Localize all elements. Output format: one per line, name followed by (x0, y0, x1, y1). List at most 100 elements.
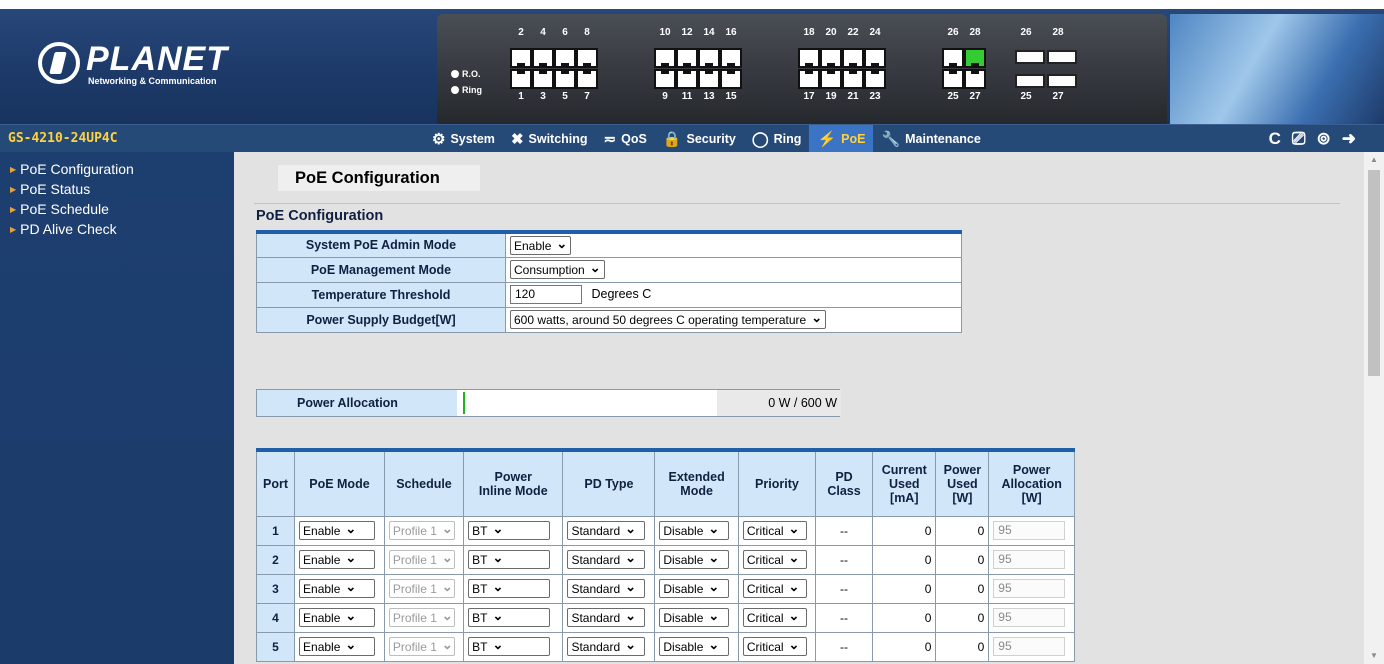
menu-item-qos[interactable]: ≂ QoS (596, 125, 655, 153)
port-number-cell: 5 (255, 631, 296, 662)
rj45-port-top[interactable] (654, 48, 676, 68)
port-number-top: 18 (803, 27, 815, 38)
inline-mode-select[interactable]: BT (468, 579, 551, 598)
mgmt-mode-select[interactable]: Consumption (510, 260, 605, 279)
rj45-port-top[interactable] (842, 48, 864, 68)
current-used-cell: 0 (872, 573, 937, 604)
sidebar-item-poe-schedule[interactable]: ▶ PoE Schedule (0, 199, 234, 219)
rj45-port-bottom[interactable] (942, 69, 964, 89)
column-header: Power Allocation [W] (988, 449, 1075, 517)
rj45-port-top[interactable] (532, 48, 554, 68)
sidebar-item-pd-alive-check[interactable]: ▶ PD Alive Check (0, 219, 234, 239)
poe-mode-select[interactable]: Enable (299, 550, 376, 569)
rj45-port-top[interactable] (798, 48, 820, 68)
extended-mode-select[interactable]: Disable (659, 521, 730, 540)
rj45-port-bottom[interactable] (576, 69, 598, 89)
sidebar-item-poe-status[interactable]: ▶ PoE Status (0, 179, 234, 199)
scroll-thumb[interactable] (1368, 170, 1380, 376)
rj45-port-top[interactable] (676, 48, 698, 68)
save-icon[interactable]: ⎚ (1292, 129, 1306, 149)
extended-mode-select[interactable]: Disable (659, 550, 730, 569)
poe-mode-select[interactable]: Enable (299, 579, 376, 598)
rj45-port-top[interactable] (964, 48, 986, 68)
power-used-cell: 0 (935, 602, 990, 633)
rj45-port-bottom[interactable] (964, 69, 986, 89)
sfp-port-top[interactable] (1015, 50, 1045, 64)
menu-item-maintenance[interactable]: 🔧 Maintenance (873, 125, 988, 153)
poe-mode-select[interactable]: Enable (299, 608, 376, 627)
schedule-select: Profile 1 (388, 579, 455, 598)
rj45-port-bottom[interactable] (510, 69, 532, 89)
rj45-port-bottom[interactable] (676, 69, 698, 89)
menu-item-security[interactable]: 🔒 Security (655, 125, 744, 153)
priority-select[interactable]: Critical (742, 637, 807, 656)
pd-type-select[interactable]: Standard (567, 637, 646, 656)
rj45-port-bottom[interactable] (864, 69, 886, 89)
vertical-scrollbar[interactable]: ▲ ▼ (1364, 152, 1384, 664)
scroll-up-arrow-icon[interactable]: ▲ (1369, 155, 1379, 165)
pd-class-cell: -- (814, 544, 874, 575)
inline-mode-select[interactable]: BT (468, 608, 551, 627)
menu-item-poe[interactable]: ⚡ PoE (809, 125, 874, 153)
pd-type-select[interactable]: Standard (567, 521, 646, 540)
menu-item-ring[interactable]: ◯ Ring (744, 125, 810, 153)
power-allocation-input: 95 (993, 637, 1066, 656)
menu-item-switching[interactable]: ✖ Switching (503, 125, 596, 153)
temperature-input[interactable]: 120 (510, 285, 582, 304)
menu-item-label: Ring (773, 132, 802, 146)
rj45-port-top[interactable] (510, 48, 532, 68)
legend-ro: R.O. (451, 66, 482, 82)
logo-subtitle: Networking & Communication (88, 76, 217, 86)
rj45-port-bottom[interactable] (698, 69, 720, 89)
port-number-bottom: 15 (725, 91, 737, 102)
refresh-icon[interactable]: C (1269, 129, 1281, 149)
power-allocation-meter (463, 392, 717, 414)
reboot-icon[interactable]: ⊚ (1317, 129, 1331, 149)
rj45-port-bottom[interactable] (554, 69, 576, 89)
extended-mode-select[interactable]: Disable (659, 608, 730, 627)
inline-mode-select[interactable]: BT (468, 521, 551, 540)
port-number-bottom: 9 (662, 91, 668, 102)
rj45-port-bottom[interactable] (532, 69, 554, 89)
rj45-port-top[interactable] (942, 48, 964, 68)
pd-type-select[interactable]: Standard (567, 579, 646, 598)
pd-type-select[interactable]: Standard (567, 608, 646, 627)
logout-icon[interactable]: ➜ (1342, 129, 1356, 149)
port-number-top: 24 (869, 27, 881, 38)
budget-select[interactable]: 600 watts, around 50 degrees C operating… (510, 310, 827, 329)
priority-select[interactable]: Critical (742, 521, 807, 540)
poe-mode-select[interactable]: Enable (299, 521, 376, 540)
table-row: 5Enable Profile 1 BT Standard Disable Critica… (255, 631, 1075, 662)
rj45-port-top[interactable] (820, 48, 842, 68)
sfp-port-bottom[interactable] (1047, 74, 1077, 88)
pd-type-select[interactable]: Standard (567, 550, 646, 569)
rj45-port-bottom[interactable] (798, 69, 820, 89)
rj45-port-top[interactable] (554, 48, 576, 68)
menu-item-system[interactable]: ⚙ System (424, 125, 503, 153)
rj45-port-bottom[interactable] (720, 69, 742, 89)
scroll-down-arrow-icon[interactable]: ▼ (1369, 651, 1379, 661)
priority-select[interactable]: Critical (742, 550, 807, 569)
poe-mode-select[interactable]: Enable (299, 637, 376, 656)
priority-select[interactable]: Critical (742, 608, 807, 627)
rj45-port-top[interactable] (720, 48, 742, 68)
sfp-port-bottom[interactable] (1015, 74, 1045, 88)
top-navbar: GS-4210-24UP4C ⚙ System ✖ Switching ≂ QoS 🔒 Sec… (0, 124, 1384, 153)
rj45-port-top[interactable] (698, 48, 720, 68)
inline-mode-select[interactable]: BT (468, 637, 551, 656)
sfp-port-top[interactable] (1047, 50, 1077, 64)
rj45-port-top[interactable] (864, 48, 886, 68)
inline-mode-select[interactable]: BT (468, 550, 551, 569)
extended-mode-select[interactable]: Disable (659, 579, 730, 598)
priority-select[interactable]: Critical (742, 579, 807, 598)
inline-mode-cell: BT (463, 544, 564, 575)
extended-mode-select[interactable]: Disable (659, 637, 730, 656)
rj45-port-top[interactable] (576, 48, 598, 68)
sidebar-item-poe-configuration[interactable]: ▶ PoE Configuration (0, 159, 234, 179)
ring-icon: ◯ (751, 131, 769, 148)
rj45-port-bottom[interactable] (820, 69, 842, 89)
main-content: PoE Configuration PoE Configuration Syst… (234, 152, 1364, 664)
rj45-port-bottom[interactable] (654, 69, 676, 89)
rj45-port-bottom[interactable] (842, 69, 864, 89)
admin-mode-select[interactable]: Enable (510, 235, 572, 255)
